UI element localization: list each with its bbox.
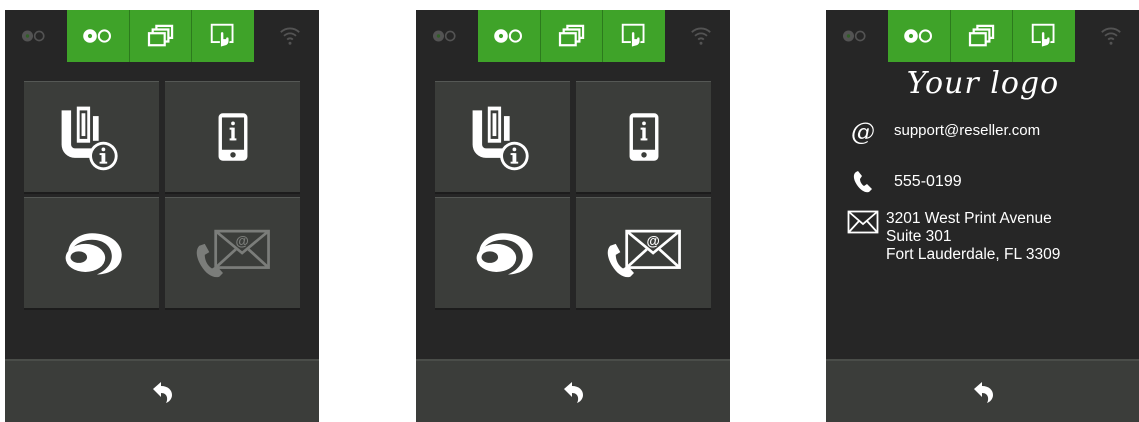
- tab-tape[interactable]: [888, 10, 950, 62]
- tab-stack[interactable]: [129, 10, 191, 62]
- stack-icon: [558, 24, 586, 48]
- email-row: @ support@reseller.com: [846, 118, 1040, 146]
- brand-logo-icon: [470, 228, 536, 278]
- bottom-bar: [826, 359, 1139, 422]
- device-info-button[interactable]: [165, 81, 300, 192]
- wifi-icon-dim: [690, 24, 712, 46]
- brand-logo-button[interactable]: [435, 197, 570, 308]
- envelope-icon: [847, 210, 879, 234]
- screen-support-menu: [5, 10, 319, 422]
- stack-icon: [968, 24, 996, 48]
- back-icon[interactable]: [150, 380, 174, 404]
- touch-icon: [210, 23, 236, 49]
- tab-tape[interactable]: [478, 10, 540, 62]
- support-address: 3201 West Print Avenue Suite 301 Fort La…: [886, 210, 1060, 264]
- contact-support-icon: [603, 225, 685, 281]
- stack-icon: [147, 24, 175, 48]
- back-icon[interactable]: [561, 380, 585, 404]
- tab-stack[interactable]: [950, 10, 1012, 62]
- printer-info-icon: [465, 99, 541, 175]
- device-info-button[interactable]: [576, 81, 711, 192]
- printer-info-button[interactable]: [435, 81, 570, 192]
- tape-icon-dim: [21, 29, 47, 43]
- wifi-icon-dim: [1100, 24, 1122, 46]
- screen-support-menu-active: [416, 10, 730, 422]
- screen-contact-details: Your logo @ support@reseller.com 555-019…: [826, 10, 1139, 422]
- address-row: 3201 West Print Avenue Suite 301 Fort La…: [846, 210, 1060, 264]
- phone-icon: [853, 171, 872, 193]
- tab-touch[interactable]: [1012, 10, 1074, 62]
- touch-icon: [1031, 23, 1057, 49]
- status-tab-group: [888, 10, 1075, 62]
- tab-stack[interactable]: [540, 10, 602, 62]
- at-icon: @: [851, 118, 875, 146]
- touch-icon: [621, 23, 647, 49]
- printer-info-icon: [54, 99, 130, 175]
- status-bar: [416, 10, 730, 62]
- tape-icon-dim: [842, 29, 868, 43]
- address-line-1: 3201 West Print Avenue: [886, 210, 1052, 227]
- phone-info-icon: [627, 111, 661, 163]
- phone-row: 555-0199: [846, 170, 962, 194]
- printer-info-button[interactable]: [24, 81, 159, 192]
- address-line-2: Suite 301: [886, 228, 952, 245]
- phone-info-icon: [216, 111, 250, 163]
- reseller-logo-text: Your logo: [906, 66, 1060, 101]
- address-line-3: Fort Lauderdale, FL 3309: [886, 246, 1061, 263]
- status-bar: [5, 10, 319, 62]
- status-bar: [826, 10, 1139, 62]
- status-tab-group: [67, 10, 254, 62]
- support-phone[interactable]: 555-0199: [894, 170, 962, 194]
- tape-icon: [903, 28, 935, 44]
- tape-icon: [493, 28, 525, 44]
- tab-touch[interactable]: [602, 10, 664, 62]
- contact-support-icon: [192, 225, 274, 281]
- status-tab-group: [478, 10, 665, 62]
- tape-icon-dim: [432, 29, 458, 43]
- tape-icon: [82, 28, 114, 44]
- tab-touch[interactable]: [191, 10, 253, 62]
- tab-tape[interactable]: [67, 10, 129, 62]
- wifi-icon-dim: [279, 24, 301, 46]
- brand-logo-button[interactable]: [24, 197, 159, 308]
- back-icon[interactable]: [971, 380, 995, 404]
- support-email[interactable]: support@reseller.com: [894, 122, 1040, 140]
- bottom-bar: [5, 359, 319, 422]
- bottom-bar: [416, 359, 730, 422]
- contact-support-button[interactable]: [165, 197, 300, 308]
- contact-support-button[interactable]: [576, 197, 711, 308]
- brand-logo-icon: [59, 228, 125, 278]
